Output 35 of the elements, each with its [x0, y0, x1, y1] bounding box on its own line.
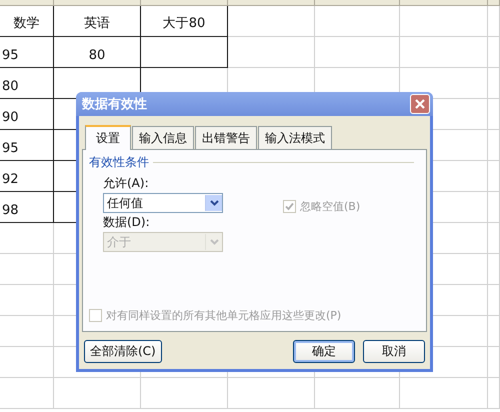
- column-header[interactable]: [54, 0, 141, 6]
- field-label: 允许(A):: [103, 175, 150, 192]
- column-header[interactable]: [488, 0, 500, 6]
- dropdown[interactable]: 任何值: [103, 193, 223, 213]
- table-cell[interactable]: 95: [0, 37, 54, 68]
- check-icon: [285, 202, 294, 211]
- tab[interactable]: 输入法模式: [258, 126, 332, 149]
- table-cell[interactable]: 大于80: [141, 6, 228, 37]
- column-header[interactable]: [400, 0, 488, 6]
- caret-icon: [210, 239, 218, 245]
- field-label: 数据(D):: [103, 214, 151, 231]
- column-header[interactable]: [228, 0, 315, 6]
- close-button[interactable]: [410, 94, 430, 114]
- table-cell[interactable]: 80: [0, 68, 54, 99]
- caret-icon: [210, 200, 218, 206]
- table-cell[interactable]: 92: [0, 161, 54, 192]
- group-title: 有效性条件: [89, 154, 149, 171]
- tab[interactable]: 出错警告: [195, 126, 257, 149]
- tab[interactable]: 输入信息: [132, 126, 194, 149]
- table-cell[interactable]: 数学: [0, 6, 54, 37]
- close-icon: [414, 98, 426, 110]
- column-header[interactable]: [141, 0, 228, 6]
- column-header[interactable]: [315, 0, 400, 6]
- clear-all-button[interactable]: 全部清除(C): [84, 340, 162, 363]
- table-cell[interactable]: 95: [0, 130, 54, 161]
- column-header[interactable]: [0, 0, 54, 6]
- table-cell[interactable]: 英语: [54, 6, 141, 37]
- table-cell[interactable]: 98: [0, 192, 54, 223]
- dialog-button[interactable]: 取消: [363, 340, 425, 363]
- table-cell[interactable]: 90: [0, 99, 54, 130]
- dialog-button[interactable]: 确定: [293, 340, 355, 363]
- window-title: 数据有效性: [82, 96, 147, 113]
- tab[interactable]: 设置: [85, 125, 131, 150]
- table-cell[interactable]: 80: [54, 37, 141, 68]
- table-cell[interactable]: [141, 37, 228, 68]
